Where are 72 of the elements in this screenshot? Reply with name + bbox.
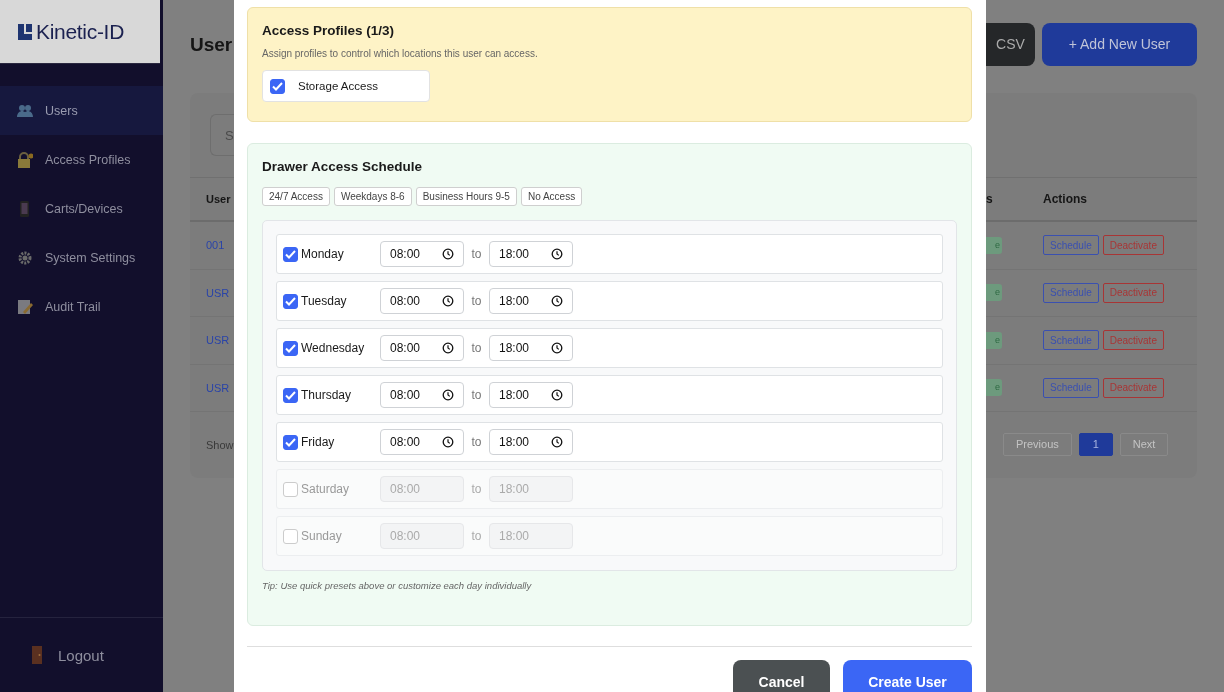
column-header: s xyxy=(986,192,994,206)
preset-button[interactable]: No Access xyxy=(520,187,583,206)
checkbox[interactable] xyxy=(283,246,298,262)
clock-icon xyxy=(442,342,454,354)
checkbox[interactable] xyxy=(283,434,298,450)
column-header: User xyxy=(206,193,231,205)
to-label: to xyxy=(470,247,483,261)
gear-icon xyxy=(17,249,33,266)
time-field[interactable]: 08:00 xyxy=(380,382,464,408)
preset-button[interactable]: Weekdays 8-6 xyxy=(333,187,412,206)
preset-button[interactable]: 24/7 Access xyxy=(262,187,330,206)
time-field[interactable]: 18:00 xyxy=(489,335,573,361)
clock-icon xyxy=(551,295,563,307)
day-label: Wednesday xyxy=(301,341,365,355)
time-field[interactable]: 08:00 xyxy=(380,241,464,267)
nav-item[interactable]: Users xyxy=(0,86,163,135)
day-label: Monday xyxy=(301,247,344,261)
clock-icon xyxy=(551,389,563,401)
to-label: to xyxy=(470,294,483,308)
nav-item[interactable]: Access Profiles xyxy=(0,135,163,184)
clock-icon xyxy=(442,248,454,260)
tip-text: Tip: Use quick presets above or customize each day individually xyxy=(262,580,533,591)
users-icon xyxy=(17,102,33,119)
to-label: to xyxy=(470,529,483,543)
time-field[interactable]: 18:00 xyxy=(489,241,573,267)
create-button[interactable]: Create User xyxy=(843,660,972,692)
time-field[interactable]: 08:00 xyxy=(380,288,464,314)
clock-icon xyxy=(551,342,563,354)
logo-icon xyxy=(18,23,32,40)
checkbox[interactable] xyxy=(283,293,298,309)
day-label: Friday xyxy=(301,435,335,449)
preset-button[interactable]: Business Hours 9-5 xyxy=(415,187,517,206)
clock-icon xyxy=(551,436,563,448)
logout-button[interactable]: Logout xyxy=(32,646,104,664)
page-button[interactable]: 1 xyxy=(1078,432,1113,456)
page-title: User xyxy=(190,33,233,56)
checkbox[interactable] xyxy=(283,340,298,356)
checkbox[interactable] xyxy=(283,387,298,403)
section-title: Drawer Access Schedule xyxy=(262,159,424,174)
time-field[interactable]: 18:00 xyxy=(489,429,573,455)
time-field[interactable]: 08:00 xyxy=(380,429,464,455)
padlock-icon xyxy=(17,151,33,168)
nav-item[interactable]: System Settings xyxy=(0,233,163,282)
section-description: Assign profiles to control which locations this user can access. xyxy=(262,48,539,59)
to-label: to xyxy=(470,341,483,355)
showing-text: Show xyxy=(206,439,234,451)
clock-icon xyxy=(442,389,454,401)
time-field[interactable]: 08:00 xyxy=(380,335,464,361)
notepad-icon xyxy=(17,298,33,315)
time-field[interactable]: 18:00 xyxy=(489,288,573,314)
to-label: to xyxy=(470,482,483,496)
clock-icon xyxy=(442,295,454,307)
day-label: Tuesday xyxy=(301,294,347,308)
add-user-button[interactable]: + Add New User xyxy=(1042,22,1197,66)
clock-icon xyxy=(442,436,454,448)
to-label: to xyxy=(470,388,483,402)
option-label: Storage Access xyxy=(298,80,378,92)
clock-icon xyxy=(551,248,563,260)
to-label: to xyxy=(470,435,483,449)
day-label: Thursday xyxy=(301,388,352,402)
cancel-button[interactable]: Cancel xyxy=(733,660,830,692)
day-label: Sunday xyxy=(301,529,342,543)
logo-text: Kinetic-ID xyxy=(36,19,125,44)
nav-item[interactable]: Carts/Devices xyxy=(0,184,163,233)
day-label: Saturday xyxy=(301,482,350,496)
door-icon xyxy=(32,646,42,664)
checkbox[interactable] xyxy=(270,78,285,94)
time-field[interactable]: 18:00 xyxy=(489,382,573,408)
export-button[interactable]: CSV xyxy=(986,22,1035,66)
nav-item[interactable]: Audit Trail xyxy=(0,282,163,331)
column-header: Actions xyxy=(1043,192,1087,206)
section-title: Access Profiles (1/3) xyxy=(262,23,396,38)
